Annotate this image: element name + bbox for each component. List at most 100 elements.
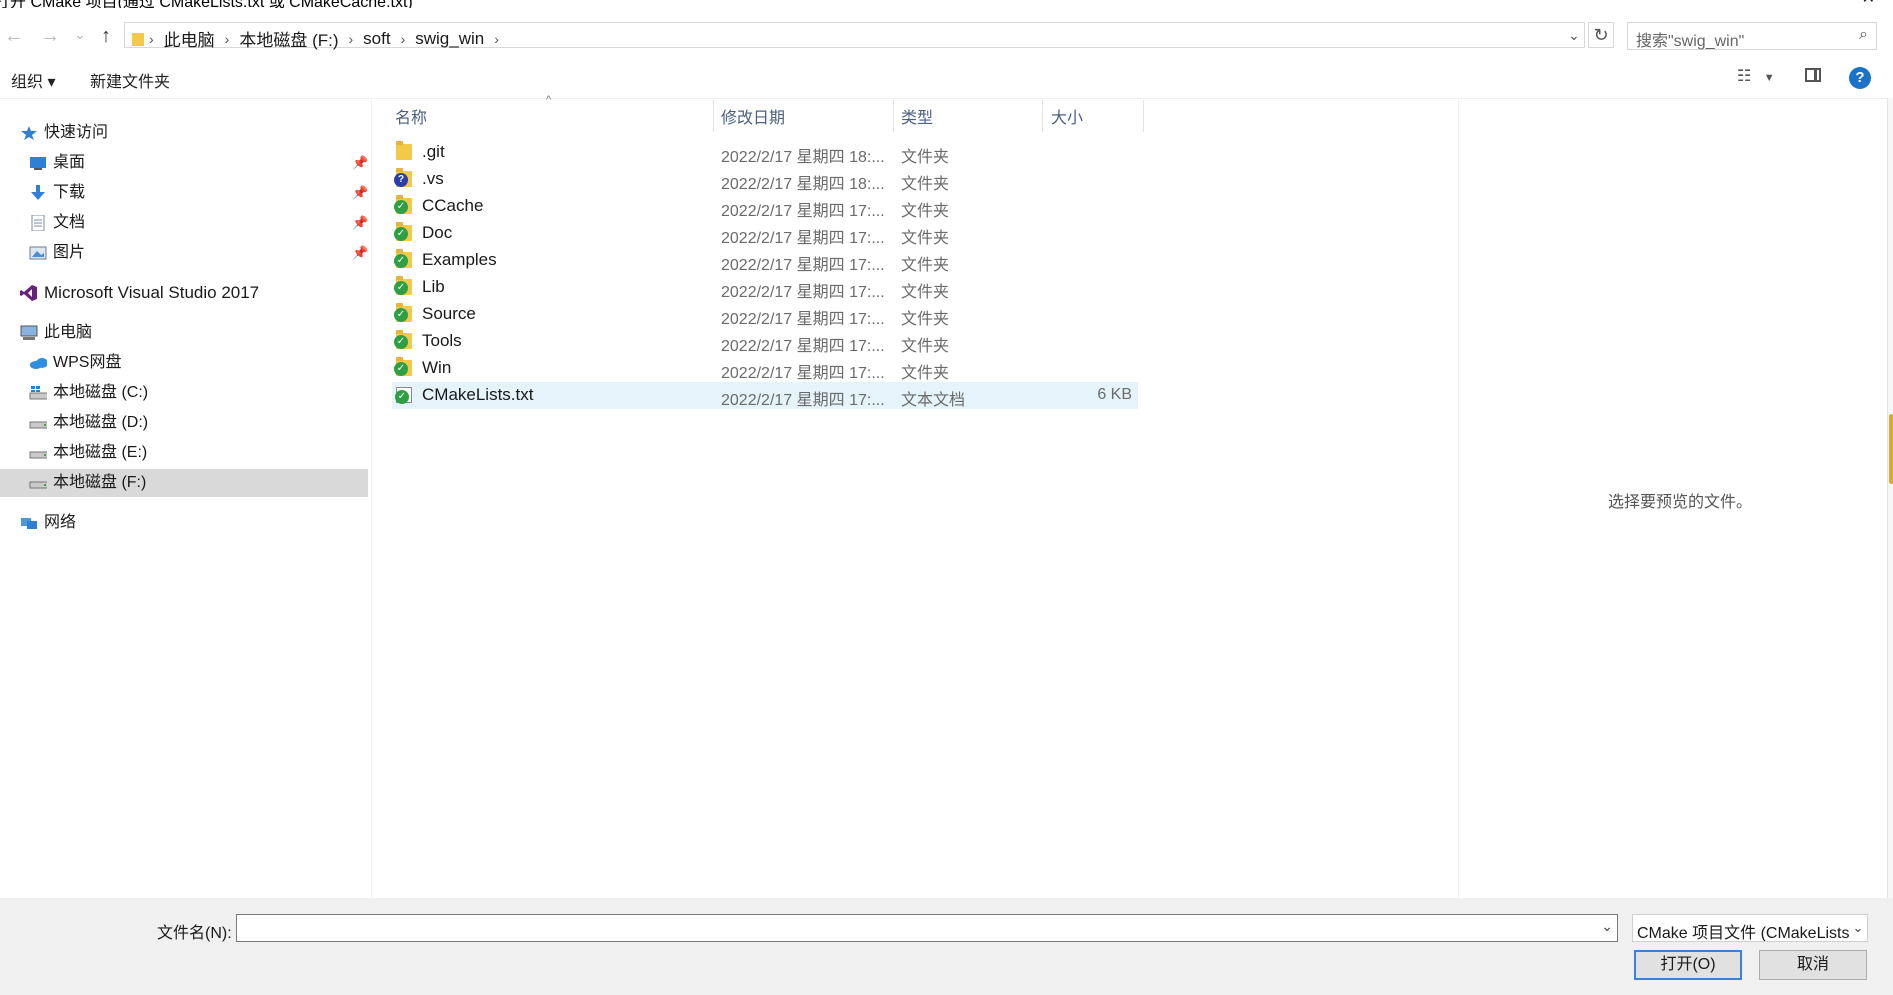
file-name: Lib xyxy=(422,277,445,296)
sidebar-item-drive-d[interactable]: 本地磁盘 (D:) xyxy=(0,409,368,437)
pin-icon[interactable]: 📌 xyxy=(352,149,368,177)
sidebar-item-label: 下载 xyxy=(53,184,86,201)
sidebar-item-wps-cloud[interactable]: WPS网盘 xyxy=(0,349,368,377)
column-header-name[interactable]: 名称 xyxy=(395,104,427,128)
address-history-button[interactable]: ⌄ xyxy=(1563,23,1585,47)
drive-icon xyxy=(29,451,47,459)
file-modified: 2022/2/17 星期四 17:... xyxy=(721,284,885,301)
sidebar-item-drive-f[interactable]: 本地磁盘 (F:) xyxy=(0,469,368,497)
file-row[interactable]: ✓ CMakeLists.txt 2022/2/17 星期四 17:... 文本文档 6… xyxy=(392,382,1138,409)
file-row[interactable]: ✓ Tools 2022/2/17 星期四 17:... 文件夹 xyxy=(392,328,1138,355)
sidebar-item-downloads[interactable]: 下载 📌 xyxy=(0,179,368,207)
sidebar-item-quick-access[interactable]: 快速访问 xyxy=(0,119,368,147)
column-divider[interactable] xyxy=(893,100,894,132)
preview-empty-text: 选择要预览的文件。 xyxy=(1608,494,1753,511)
address-bar[interactable]: › 此电脑 › 本地磁盘 (F:) › soft › swig_win › ⌄ xyxy=(124,22,1585,51)
column-divider[interactable] xyxy=(713,100,714,132)
folder-icon: ? xyxy=(394,168,412,187)
details-view-icon: ☷ xyxy=(1737,68,1752,85)
scrollbar-thumb[interactable] xyxy=(1889,414,1893,484)
chevron-right-icon[interactable]: › xyxy=(345,31,358,47)
file-modified: 2022/2/17 星期四 18:... xyxy=(721,176,885,193)
folder-icon: ✓ xyxy=(394,303,412,322)
file-name: CCache xyxy=(422,196,484,215)
chevron-right-icon[interactable]: › xyxy=(397,31,410,47)
file-type-select[interactable]: CMake 项目文件 (CMakeLists.txt;CMakeCache.tx… xyxy=(1632,914,1868,942)
chevron-down-icon[interactable]: ⌄ xyxy=(1601,918,1613,935)
folder-icon: ✓ xyxy=(394,330,412,349)
cancel-button[interactable]: 取消 xyxy=(1759,950,1867,980)
file-row[interactable]: ✓ Lib 2022/2/17 星期四 17:... 文件夹 xyxy=(392,274,1138,301)
chevron-right-icon[interactable]: › xyxy=(145,31,158,47)
file-row[interactable]: ✓ Source 2022/2/17 星期四 17:... 文件夹 xyxy=(392,301,1138,328)
file-row[interactable]: ✓ Doc 2022/2/17 星期四 17:... 文件夹 xyxy=(392,220,1138,247)
chevron-right-icon[interactable]: › xyxy=(490,31,503,47)
file-row[interactable]: ? .vs 2022/2/17 星期四 18:... 文件夹 xyxy=(392,166,1138,193)
recent-locations-button[interactable]: ⌄ xyxy=(68,22,92,46)
breadcrumb-swig-win[interactable]: swig_win xyxy=(409,29,490,49)
pictures-icon xyxy=(29,246,47,260)
chevron-right-icon[interactable]: › xyxy=(221,31,234,47)
svn-unversioned-icon: ? xyxy=(394,173,408,187)
column-header-modified[interactable]: 修改日期 xyxy=(721,104,785,128)
open-button[interactable]: 打开(O) xyxy=(1634,950,1742,980)
file-row[interactable]: ✓ CCache 2022/2/17 星期四 17:... 文件夹 xyxy=(392,193,1138,220)
breadcrumb-drive-f[interactable]: 本地磁盘 (F:) xyxy=(233,26,344,51)
pin-icon[interactable]: 📌 xyxy=(352,179,368,207)
file-type: 文件夹 xyxy=(901,284,950,301)
breadcrumb-this-pc[interactable]: 此电脑 xyxy=(158,26,221,51)
sidebar-item-desktop[interactable]: 桌面 📌 xyxy=(0,149,368,177)
drive-icon xyxy=(29,481,47,489)
pin-icon[interactable]: 📌 xyxy=(352,209,368,237)
organize-button[interactable]: 组织 ▾ xyxy=(11,68,55,92)
sidebar-item-visual-studio[interactable]: Microsoft Visual Studio 2017 xyxy=(0,279,368,307)
column-header-size[interactable]: 大小 xyxy=(1051,104,1083,128)
svn-normal-icon: ✓ xyxy=(394,281,408,295)
file-row[interactable]: .git 2022/2/17 星期四 18:... 文件夹 xyxy=(392,139,1138,166)
preview-pane-button[interactable] xyxy=(1805,68,1821,82)
file-name: Win xyxy=(422,358,452,377)
breadcrumb-soft[interactable]: soft xyxy=(357,29,396,49)
scrollbar[interactable] xyxy=(1887,98,1893,898)
sidebar-item-pictures[interactable]: 图片 📌 xyxy=(0,239,368,267)
sidebar-item-label: WPS网盘 xyxy=(53,354,122,371)
file-type: 文件夹 xyxy=(901,338,950,355)
up-button[interactable]: ↑ xyxy=(94,24,118,48)
refresh-button[interactable]: ↻ xyxy=(1588,22,1614,48)
help-button[interactable]: ? xyxy=(1849,67,1871,89)
filename-input[interactable]: ⌄ xyxy=(236,914,1618,942)
drive-windows-icon xyxy=(29,386,47,400)
drive-icon xyxy=(29,421,47,429)
file-row[interactable]: ✓ Examples 2022/2/17 星期四 17:... 文件夹 xyxy=(392,247,1138,274)
forward-button[interactable]: → xyxy=(38,24,62,48)
change-view-button[interactable]: ☷ ▼ xyxy=(1737,66,1775,86)
file-modified: 2022/2/17 星期四 17:... xyxy=(721,392,885,409)
file-row[interactable]: ✓ Win 2022/2/17 星期四 17:... 文件夹 xyxy=(392,355,1138,382)
desktop-icon xyxy=(30,157,46,170)
pane-divider[interactable] xyxy=(371,98,372,898)
search-input[interactable]: 搜索"swig_win" ⌕ xyxy=(1627,22,1877,50)
close-icon[interactable]: ✕ xyxy=(1862,0,1875,8)
back-button[interactable]: ← xyxy=(2,24,26,48)
sidebar-item-this-pc[interactable]: 此电脑 xyxy=(0,319,368,347)
up-arrow-icon: ↑ xyxy=(101,25,111,47)
column-divider[interactable] xyxy=(1143,100,1144,132)
sidebar-item-documents[interactable]: 文档 📌 xyxy=(0,209,368,237)
sidebar-item-label: 本地磁盘 (F:) xyxy=(53,474,147,491)
column-header-type[interactable]: 类型 xyxy=(901,104,933,128)
pin-icon[interactable]: 📌 xyxy=(352,239,368,267)
folder-icon: ✓ xyxy=(394,276,412,295)
file-type: 文件夹 xyxy=(901,365,950,382)
refresh-icon: ↻ xyxy=(1593,25,1609,45)
computer-icon xyxy=(20,325,38,340)
folder-icon xyxy=(396,141,412,160)
preview-divider[interactable] xyxy=(1458,98,1459,898)
column-divider[interactable] xyxy=(1042,100,1043,132)
sidebar-item-drive-c[interactable]: 本地磁盘 (C:) xyxy=(0,379,368,407)
sidebar-item-drive-e[interactable]: 本地磁盘 (E:) xyxy=(0,439,368,467)
file-type-value: CMake 项目文件 (CMakeLists.txt;CMakeCache.tx… xyxy=(1637,925,1868,942)
sidebar-item-network[interactable]: 网络 xyxy=(0,509,368,537)
new-folder-button[interactable]: 新建文件夹 xyxy=(90,68,170,92)
file-type: 文件夹 xyxy=(901,203,950,220)
help-icon: ? xyxy=(1855,69,1865,86)
